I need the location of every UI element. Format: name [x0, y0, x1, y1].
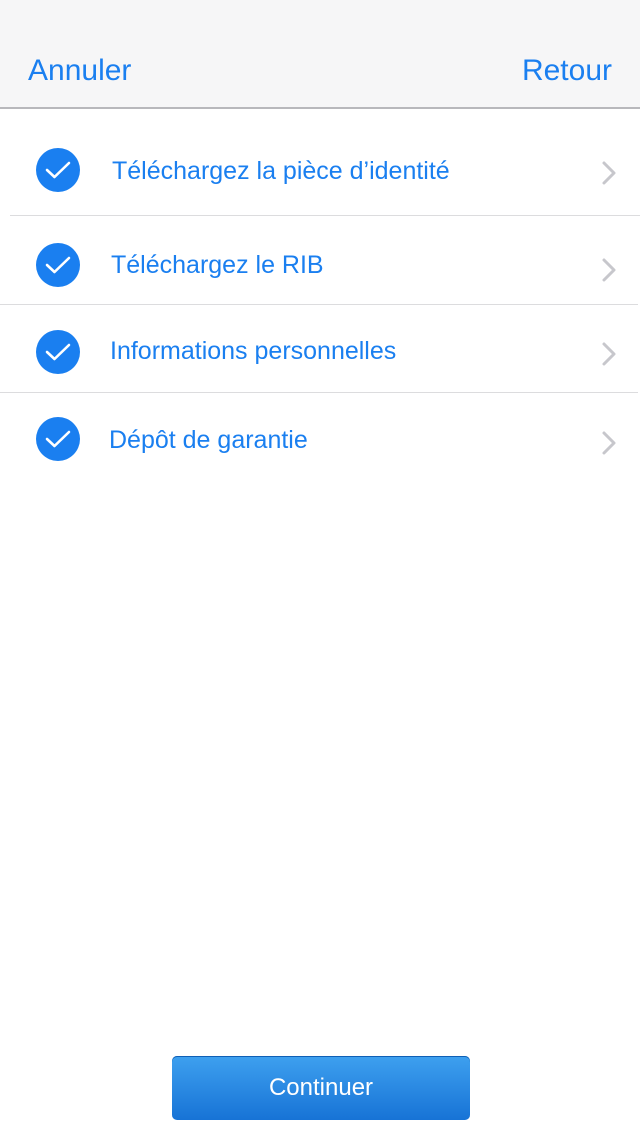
step-label: Dépôt de garantie	[109, 426, 308, 454]
step-label: Téléchargez la pièce d’identité	[112, 157, 450, 185]
back-button[interactable]: Retour	[522, 52, 612, 90]
step-row-security-deposit[interactable]: Dépôt de garantie	[0, 392, 640, 488]
checkmark-icon	[36, 417, 80, 461]
cancel-button[interactable]: Annuler	[28, 52, 131, 90]
chevron-right-icon	[602, 431, 616, 455]
steps-list: Téléchargez la pièce d’identité Téléchar…	[0, 109, 640, 487]
checkmark-icon	[36, 330, 80, 374]
checkmark-icon	[36, 243, 80, 287]
continue-button[interactable]: Continuer	[172, 1056, 470, 1120]
step-row-identity-document[interactable]: Téléchargez la pièce d’identité	[0, 109, 640, 215]
chevron-right-icon	[602, 258, 616, 282]
chevron-right-icon	[602, 161, 616, 185]
step-label: Informations personnelles	[110, 337, 397, 365]
chevron-right-icon	[602, 342, 616, 366]
step-row-rib[interactable]: Téléchargez le RIB	[0, 216, 640, 305]
checkmark-icon	[36, 148, 80, 192]
step-label: Téléchargez le RIB	[111, 251, 324, 279]
navigation-bar: Annuler Retour	[0, 0, 640, 109]
step-row-personal-info[interactable]: Informations personnelles	[0, 305, 640, 392]
